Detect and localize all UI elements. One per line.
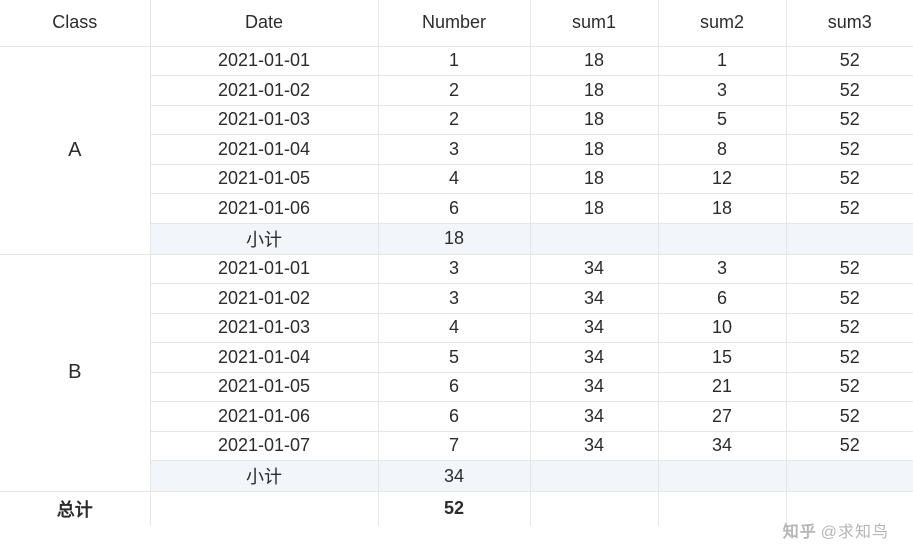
grand-total-empty: [150, 492, 378, 526]
cell-date: 2021-01-01: [150, 254, 378, 284]
cell-sum1: 18: [530, 164, 658, 194]
col-header-sum3: sum3: [786, 0, 913, 46]
cell-date: 2021-01-03: [150, 105, 378, 135]
cell-sum1: 18: [530, 46, 658, 76]
subtotal-label: 小计: [150, 461, 378, 492]
cell-sum1: 34: [530, 313, 658, 343]
grand-total-empty: [786, 492, 913, 526]
cell-date: 2021-01-03: [150, 313, 378, 343]
subtotal-empty: [786, 223, 913, 254]
col-header-sum1: sum1: [530, 0, 658, 46]
cell-sum1: 34: [530, 431, 658, 461]
watermark-handle: @求知鸟: [821, 524, 889, 541]
class-cell-b: B: [0, 254, 150, 492]
cell-sum2: 12: [658, 164, 786, 194]
cell-sum2: 3: [658, 76, 786, 106]
cell-number: 4: [378, 313, 530, 343]
cell-sum1: 18: [530, 105, 658, 135]
data-table: Class Date Number sum1 sum2 sum3 A 2021-…: [0, 0, 913, 526]
subtotal-empty: [658, 223, 786, 254]
grand-total-empty: [530, 492, 658, 526]
cell-sum2: 3: [658, 254, 786, 284]
cell-sum2: 5: [658, 105, 786, 135]
cell-number: 3: [378, 254, 530, 284]
cell-sum3: 52: [786, 372, 913, 402]
cell-sum1: 18: [530, 135, 658, 165]
cell-sum1: 34: [530, 284, 658, 314]
cell-number: 3: [378, 284, 530, 314]
table-row: A 2021-01-01 1 18 1 52: [0, 46, 913, 76]
cell-sum2: 27: [658, 402, 786, 432]
cell-sum3: 52: [786, 135, 913, 165]
cell-sum3: 52: [786, 254, 913, 284]
subtotal-number: 18: [378, 223, 530, 254]
subtotal-empty: [658, 461, 786, 492]
col-header-class: Class: [0, 0, 150, 46]
cell-sum1: 34: [530, 254, 658, 284]
class-cell-a: A: [0, 46, 150, 254]
cell-number: 6: [378, 402, 530, 432]
cell-sum1: 34: [530, 372, 658, 402]
grand-total-number: 52: [378, 492, 530, 526]
cell-date: 2021-01-01: [150, 46, 378, 76]
cell-sum3: 52: [786, 194, 913, 224]
grand-total-empty: [658, 492, 786, 526]
cell-number: 4: [378, 164, 530, 194]
cell-number: 2: [378, 76, 530, 106]
cell-number: 6: [378, 372, 530, 402]
cell-sum2: 21: [658, 372, 786, 402]
cell-sum3: 52: [786, 402, 913, 432]
cell-sum3: 52: [786, 284, 913, 314]
cell-date: 2021-01-06: [150, 402, 378, 432]
cell-sum2: 10: [658, 313, 786, 343]
cell-sum1: 34: [530, 343, 658, 373]
subtotal-empty: [530, 461, 658, 492]
cell-sum1: 18: [530, 194, 658, 224]
cell-date: 2021-01-05: [150, 372, 378, 402]
cell-sum3: 52: [786, 431, 913, 461]
cell-number: 7: [378, 431, 530, 461]
col-header-sum2: sum2: [658, 0, 786, 46]
header-row: Class Date Number sum1 sum2 sum3: [0, 0, 913, 46]
cell-sum2: 34: [658, 431, 786, 461]
cell-number: 6: [378, 194, 530, 224]
cell-date: 2021-01-06: [150, 194, 378, 224]
cell-sum2: 8: [658, 135, 786, 165]
cell-date: 2021-01-02: [150, 284, 378, 314]
cell-sum1: 34: [530, 402, 658, 432]
cell-sum2: 18: [658, 194, 786, 224]
cell-sum2: 6: [658, 284, 786, 314]
cell-date: 2021-01-04: [150, 135, 378, 165]
subtotal-label: 小计: [150, 223, 378, 254]
watermark-brand: 知乎: [783, 524, 817, 541]
grand-total-row: 总计 52: [0, 492, 913, 526]
cell-number: 1: [378, 46, 530, 76]
cell-sum2: 1: [658, 46, 786, 76]
cell-number: 3: [378, 135, 530, 165]
cell-sum3: 52: [786, 105, 913, 135]
subtotal-number: 34: [378, 461, 530, 492]
cell-number: 2: [378, 105, 530, 135]
subtotal-empty: [786, 461, 913, 492]
table-row: B 2021-01-01 3 34 3 52: [0, 254, 913, 284]
cell-sum3: 52: [786, 164, 913, 194]
cell-sum1: 18: [530, 76, 658, 106]
cell-date: 2021-01-04: [150, 343, 378, 373]
cell-sum3: 52: [786, 76, 913, 106]
cell-sum3: 52: [786, 343, 913, 373]
subtotal-empty: [530, 223, 658, 254]
grand-total-label: 总计: [0, 492, 150, 526]
cell-date: 2021-01-05: [150, 164, 378, 194]
cell-sum3: 52: [786, 313, 913, 343]
col-header-number: Number: [378, 0, 530, 46]
cell-date: 2021-01-07: [150, 431, 378, 461]
cell-number: 5: [378, 343, 530, 373]
col-header-date: Date: [150, 0, 378, 46]
cell-sum3: 52: [786, 46, 913, 76]
cell-date: 2021-01-02: [150, 76, 378, 106]
cell-sum2: 15: [658, 343, 786, 373]
